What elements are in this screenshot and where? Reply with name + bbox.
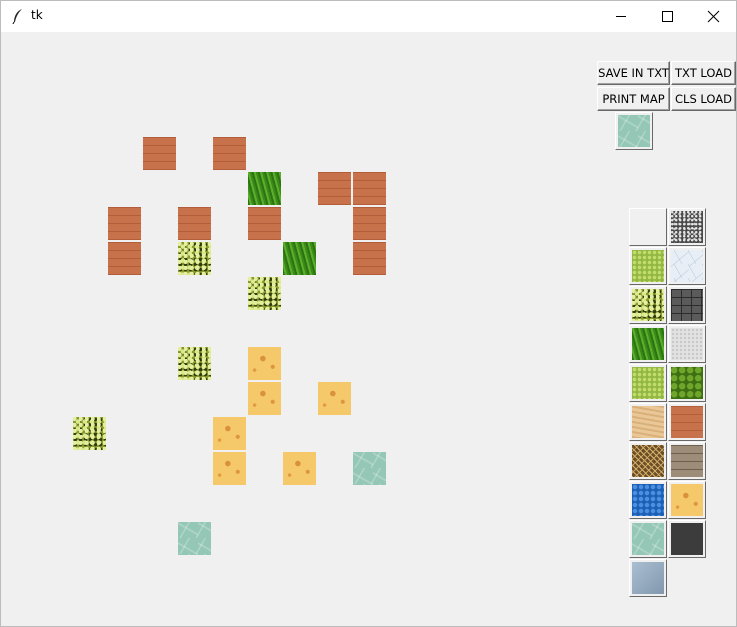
palette-tile-brick[interactable] bbox=[668, 403, 706, 441]
palette-swatch bbox=[671, 406, 703, 438]
palette-tile-leaves[interactable] bbox=[668, 364, 706, 402]
palette-swatch bbox=[632, 250, 664, 282]
palette-swatch bbox=[671, 328, 703, 360]
palette-tile-steel[interactable] bbox=[629, 559, 667, 597]
palette-swatch bbox=[632, 406, 664, 438]
palette-swatch bbox=[671, 367, 703, 399]
palette-swatch bbox=[632, 328, 664, 360]
palette-swatch bbox=[671, 484, 703, 516]
cls-load-button[interactable]: CLS LOAD bbox=[671, 87, 736, 111]
map-tile-grass[interactable] bbox=[283, 242, 316, 275]
palette-tile-bluewater[interactable] bbox=[629, 481, 667, 519]
palette-swatch bbox=[632, 445, 664, 477]
palette-swatch bbox=[632, 523, 664, 555]
map-tile-moss[interactable] bbox=[73, 417, 106, 450]
palette-tile-moss[interactable] bbox=[629, 286, 667, 324]
map-tile-brick[interactable] bbox=[178, 207, 211, 240]
map-tile-brick[interactable] bbox=[353, 172, 386, 205]
minimize-button[interactable] bbox=[598, 1, 644, 32]
palette-tile-lightgreen[interactable] bbox=[629, 364, 667, 402]
palette-tile-water[interactable] bbox=[629, 520, 667, 558]
map-tile-brick[interactable] bbox=[143, 137, 176, 170]
map-tile-cheese[interactable] bbox=[213, 417, 246, 450]
palette-swatch bbox=[671, 445, 703, 477]
map-tile-cheese[interactable] bbox=[213, 452, 246, 485]
minimize-icon bbox=[616, 16, 626, 17]
palette-tile-blank[interactable] bbox=[629, 208, 667, 246]
palette-tile-grass[interactable] bbox=[629, 325, 667, 363]
palette-tile-stonewall[interactable] bbox=[668, 286, 706, 324]
window-title: tk bbox=[31, 8, 43, 22]
selected-tile-preview bbox=[615, 112, 653, 150]
map-tile-brick[interactable] bbox=[318, 172, 351, 205]
app-window: tk SAVE IN TXT TXT LOAD PRINT MAP CLS LO… bbox=[0, 0, 737, 627]
palette-tile-granite[interactable] bbox=[668, 208, 706, 246]
map-tile-moss[interactable] bbox=[178, 242, 211, 275]
map-tile-cheese[interactable] bbox=[248, 347, 281, 380]
map-tile-grass[interactable] bbox=[248, 172, 281, 205]
feather-icon bbox=[12, 9, 22, 24]
maximize-button[interactable] bbox=[644, 1, 690, 32]
selected-tile-swatch bbox=[618, 115, 650, 147]
map-tile-moss[interactable] bbox=[178, 347, 211, 380]
map-tile-brick[interactable] bbox=[248, 207, 281, 240]
map-tile-moss[interactable] bbox=[248, 277, 281, 310]
palette-tile-dark[interactable] bbox=[668, 520, 706, 558]
map-tile-brick[interactable] bbox=[353, 242, 386, 275]
txt-load-button[interactable]: TXT LOAD bbox=[671, 61, 736, 85]
map-tile-brick[interactable] bbox=[353, 207, 386, 240]
map-tile-cheese[interactable] bbox=[248, 382, 281, 415]
maximize-icon bbox=[662, 11, 673, 22]
palette-swatch bbox=[632, 367, 664, 399]
palette-swatch bbox=[671, 523, 703, 555]
save-in-txt-button[interactable]: SAVE IN TXT bbox=[597, 61, 670, 85]
title-bar[interactable]: tk bbox=[1, 1, 736, 32]
map-tile-brick[interactable] bbox=[108, 207, 141, 240]
palette-swatch bbox=[671, 250, 703, 282]
map-tile-cheese[interactable] bbox=[318, 382, 351, 415]
palette-tile-ice[interactable] bbox=[668, 247, 706, 285]
palette-tile-lightgreen[interactable] bbox=[629, 247, 667, 285]
close-icon bbox=[707, 10, 720, 23]
close-button[interactable] bbox=[690, 1, 736, 32]
map-tile-water[interactable] bbox=[178, 522, 211, 555]
map-tile-water[interactable] bbox=[353, 452, 386, 485]
map-tile-brick[interactable] bbox=[108, 242, 141, 275]
palette-tile-cheese[interactable] bbox=[668, 481, 706, 519]
map-tile-brick[interactable] bbox=[213, 137, 246, 170]
palette-swatch bbox=[632, 562, 664, 594]
palette-tile-snow[interactable] bbox=[668, 325, 706, 363]
palette-tile-planks[interactable] bbox=[668, 442, 706, 480]
map-tile-cheese[interactable] bbox=[283, 452, 316, 485]
palette-tile-straw[interactable] bbox=[629, 442, 667, 480]
palette-swatch bbox=[671, 211, 703, 243]
palette-swatch bbox=[671, 289, 703, 321]
palette-swatch bbox=[632, 484, 664, 516]
palette-tile-sand[interactable] bbox=[629, 403, 667, 441]
palette-swatch bbox=[632, 289, 664, 321]
print-map-button[interactable]: PRINT MAP bbox=[597, 87, 670, 111]
palette-swatch bbox=[632, 211, 664, 243]
